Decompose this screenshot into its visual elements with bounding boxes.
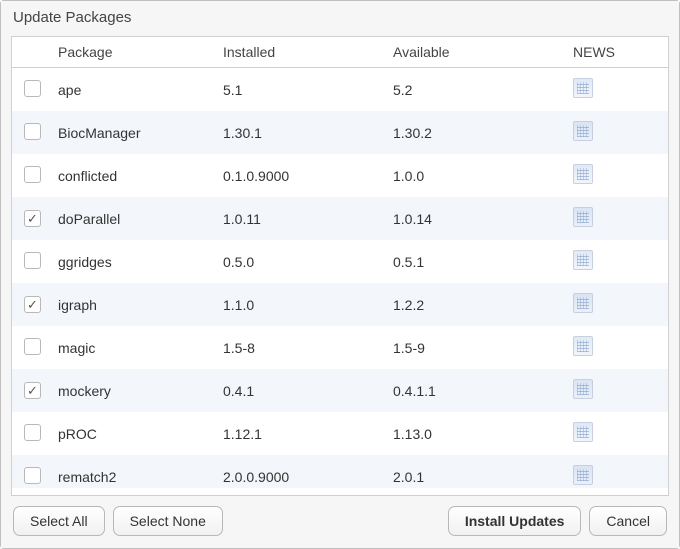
dialog-button-row: Select All Select None Install Updates C… — [1, 496, 679, 548]
select-all-button[interactable]: Select All — [13, 506, 105, 536]
packages-table: Package Installed Available NEWS — [12, 37, 668, 68]
cancel-button[interactable]: Cancel — [589, 506, 667, 536]
row-checkbox[interactable] — [24, 252, 41, 269]
cell-available: 5.2 — [387, 68, 567, 111]
row-checkbox[interactable] — [24, 338, 41, 355]
cell-available: 1.0.14 — [387, 197, 567, 240]
cell-installed: 1.30.1 — [217, 111, 387, 154]
cell-installed: 1.5-8 — [217, 326, 387, 369]
news-icon[interactable] — [573, 336, 593, 356]
news-icon[interactable] — [573, 422, 593, 442]
packages-table-body-scroll[interactable]: ape5.15.2BiocManager1.30.11.30.2conflict… — [12, 68, 668, 488]
cell-package: doParallel — [52, 197, 217, 240]
cell-package: conflicted — [52, 154, 217, 197]
table-row: mockery0.4.10.4.1.1 — [12, 369, 668, 412]
table-row: conflicted0.1.0.90001.0.0 — [12, 154, 668, 197]
row-checkbox[interactable] — [24, 166, 41, 183]
update-packages-dialog: Update Packages Package Installed Availa… — [0, 0, 680, 549]
table-row: rematch22.0.0.90002.0.1 — [12, 455, 668, 488]
news-icon[interactable] — [573, 379, 593, 399]
cell-installed: 1.0.11 — [217, 197, 387, 240]
table-row: ggridges0.5.00.5.1 — [12, 240, 668, 283]
packages-table-body: ape5.15.2BiocManager1.30.11.30.2conflict… — [12, 68, 668, 488]
cell-available: 0.5.1 — [387, 240, 567, 283]
cell-installed: 0.1.0.9000 — [217, 154, 387, 197]
cell-installed: 2.0.0.9000 — [217, 455, 387, 488]
row-checkbox[interactable] — [24, 80, 41, 97]
row-checkbox[interactable] — [24, 467, 41, 484]
cell-available: 1.2.2 — [387, 283, 567, 326]
row-checkbox[interactable] — [24, 123, 41, 140]
row-checkbox[interactable] — [24, 210, 41, 227]
table-row: pROC1.12.11.13.0 — [12, 412, 668, 455]
cell-available: 1.0.0 — [387, 154, 567, 197]
col-header-news[interactable]: NEWS — [567, 37, 668, 68]
news-icon[interactable] — [573, 164, 593, 184]
news-icon[interactable] — [573, 207, 593, 227]
cell-available: 1.30.2 — [387, 111, 567, 154]
dialog-title: Update Packages — [1, 1, 679, 30]
row-checkbox[interactable] — [24, 382, 41, 399]
cell-installed: 1.1.0 — [217, 283, 387, 326]
news-icon[interactable] — [573, 293, 593, 313]
cell-installed: 0.5.0 — [217, 240, 387, 283]
cell-package: ggridges — [52, 240, 217, 283]
cell-package: magic — [52, 326, 217, 369]
cell-package: rematch2 — [52, 455, 217, 488]
cell-package: mockery — [52, 369, 217, 412]
row-checkbox[interactable] — [24, 296, 41, 313]
cell-available: 1.5-9 — [387, 326, 567, 369]
table-row: igraph1.1.01.2.2 — [12, 283, 668, 326]
cell-package: BiocManager — [52, 111, 217, 154]
news-icon[interactable] — [573, 465, 593, 485]
col-header-checkbox[interactable] — [12, 37, 52, 68]
select-none-button[interactable]: Select None — [113, 506, 223, 536]
news-icon[interactable] — [573, 250, 593, 270]
cell-package: igraph — [52, 283, 217, 326]
cell-installed: 0.4.1 — [217, 369, 387, 412]
cell-available: 0.4.1.1 — [387, 369, 567, 412]
cell-available: 2.0.1 — [387, 455, 567, 488]
table-row: ape5.15.2 — [12, 68, 668, 111]
install-updates-button[interactable]: Install Updates — [448, 506, 582, 536]
table-row: magic1.5-81.5-9 — [12, 326, 668, 369]
col-header-installed[interactable]: Installed — [217, 37, 387, 68]
table-row: BiocManager1.30.11.30.2 — [12, 111, 668, 154]
news-icon[interactable] — [573, 121, 593, 141]
row-checkbox[interactable] — [24, 424, 41, 441]
cell-installed: 1.12.1 — [217, 412, 387, 455]
cell-installed: 5.1 — [217, 68, 387, 111]
cell-package: ape — [52, 68, 217, 111]
col-header-package[interactable]: Package — [52, 37, 217, 68]
table-row: doParallel1.0.111.0.14 — [12, 197, 668, 240]
cell-available: 1.13.0 — [387, 412, 567, 455]
cell-package: pROC — [52, 412, 217, 455]
news-icon[interactable] — [573, 78, 593, 98]
col-header-available[interactable]: Available — [387, 37, 567, 68]
packages-table-container: Package Installed Available NEWS ape5.15… — [11, 36, 669, 496]
